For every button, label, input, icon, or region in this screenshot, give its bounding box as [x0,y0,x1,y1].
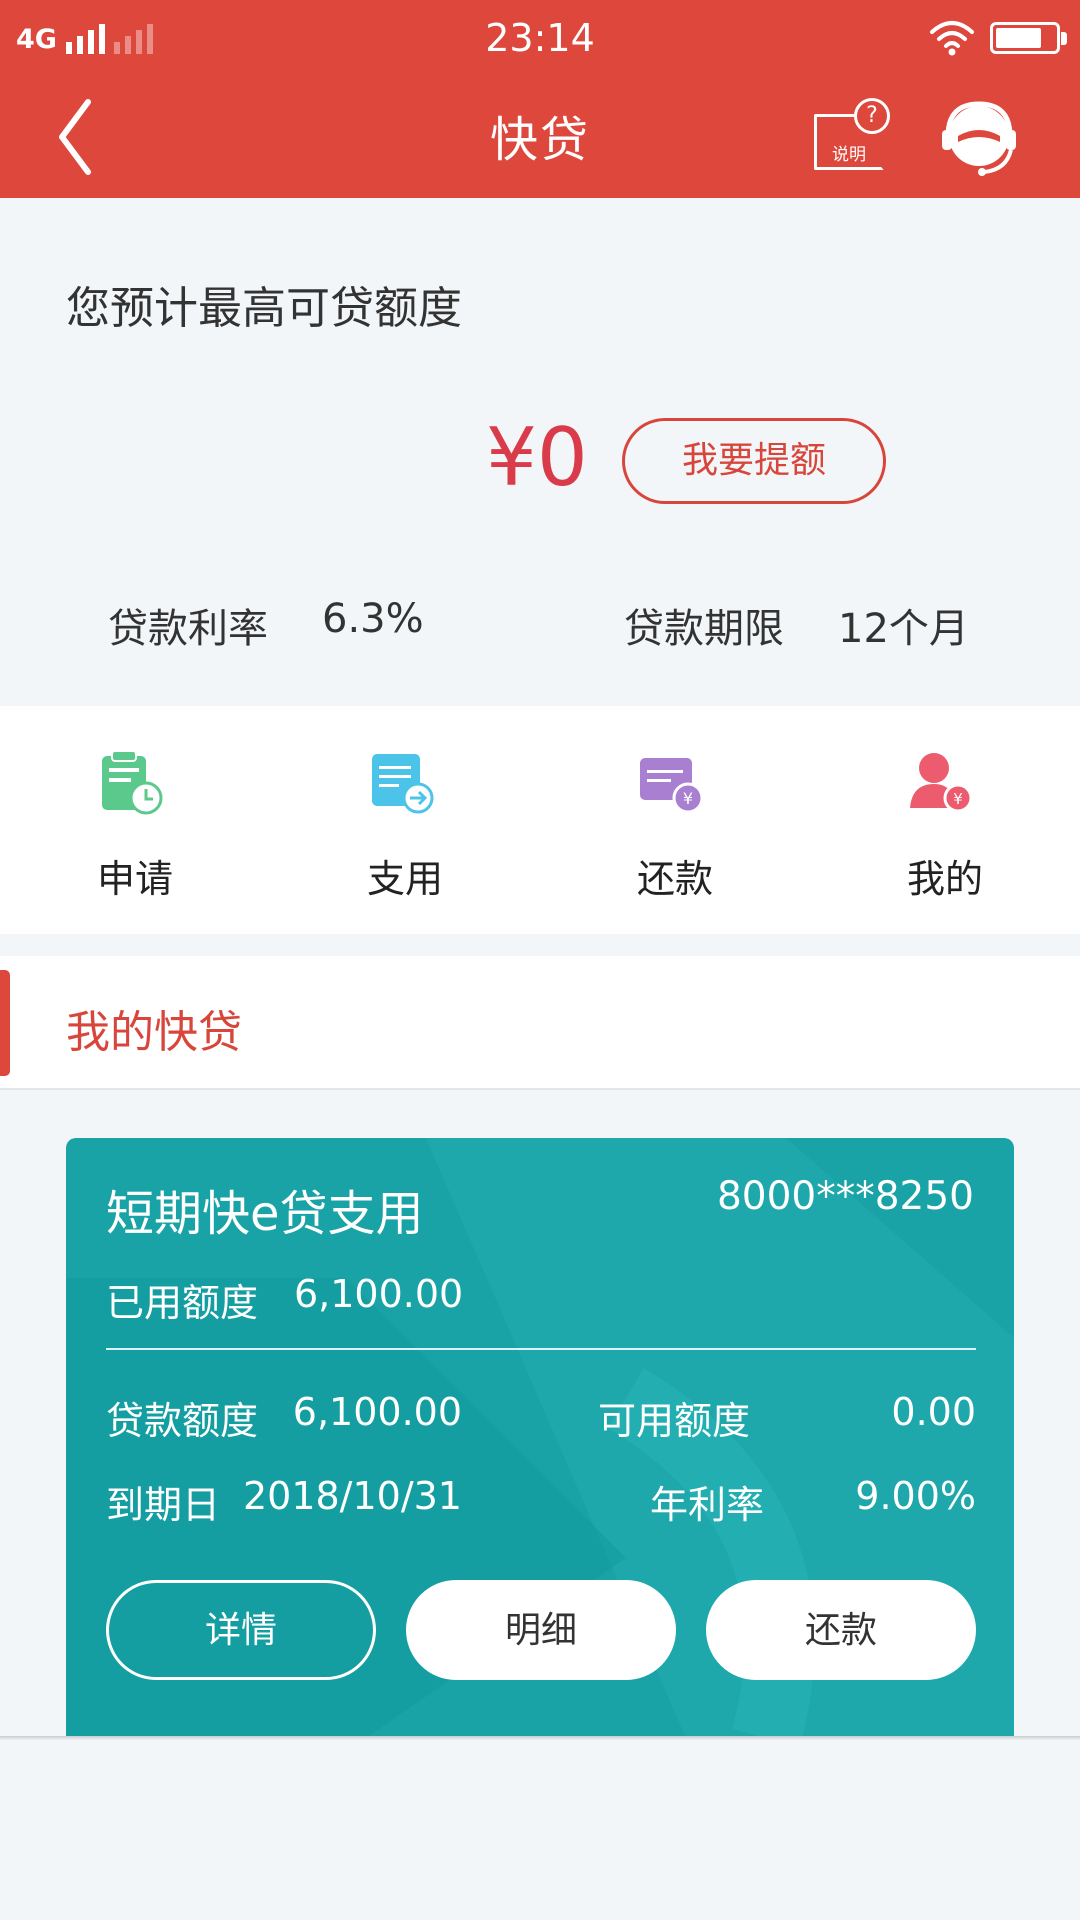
loan-limit-value: 6,100.00 [292,1390,462,1434]
used-amount-label: 已用额度 [106,1281,259,1325]
customer-service-button[interactable] [936,96,1022,180]
scroll-edge-shadow [0,1736,1080,1740]
battery-level [996,28,1041,48]
credit-limit-amount: ¥0 [486,411,588,504]
details-button[interactable]: 详情 [106,1580,376,1680]
loan-account-number: 8000***8250 [716,1174,974,1219]
my-loan-section-header: 我的快贷 [0,956,1080,1090]
svg-text:¥: ¥ [953,790,963,808]
menu-item-withdraw[interactable]: 支用 [270,706,540,934]
loan-rate-value: 6.3% [322,596,424,642]
withdraw-icon [372,754,434,814]
annual-rate-value: 9.00% [855,1474,976,1518]
menu-item-mine[interactable]: ¥ 我的 [810,706,1080,934]
help-label: 说明 [832,145,866,165]
available-amount-label: 可用额度 [598,1399,751,1443]
quick-menu: 申请 支用 ¥ 还款 ¥ 我的 [0,706,1080,934]
loan-limit-label: 贷款额度 [106,1399,259,1443]
page-title: 快贷 [489,112,590,168]
menu-item-apply[interactable]: 申请 [0,706,270,934]
due-date-label: 到期日 [106,1483,221,1527]
loan-card: 短期快e贷支用 8000***8250 已用额度 6,100.00 贷款额度 6… [66,1138,1014,1738]
section-title: 我的快贷 [66,1007,242,1058]
status-bar: 4G 23:14 [0,0,1080,78]
loan-term-label: 贷款期限 [624,606,784,652]
card-divider [106,1348,976,1350]
menu-label-mine: 我的 [906,857,983,901]
annual-rate-label: 年利率 [649,1483,764,1527]
repay-button[interactable]: 还款 [706,1580,976,1680]
menu-label-repay: 还款 [636,857,713,901]
wifi-icon [930,21,974,56]
credit-limit-heading: 您预计最高可贷额度 [66,283,462,334]
due-date-value: 2018/10/31 [242,1474,462,1518]
app-header: 4G 23:14 快贷 ? 说明 [0,0,1080,198]
svg-text:¥: ¥ [683,789,693,808]
clock: 23:14 [485,16,595,60]
repay-icon: ¥ [640,758,704,814]
loan-term-value: 12个月 [838,606,969,652]
apply-icon [102,750,163,815]
statement-button[interactable]: 明细 [406,1580,676,1680]
user-icon: ¥ [910,753,973,813]
used-amount-value: 6,100.00 [294,1272,464,1316]
section-accent-bar [0,970,10,1076]
battery-icon [990,22,1067,54]
raise-limit-button[interactable]: 我要提额 [622,418,886,504]
menu-label-withdraw: 支用 [366,857,443,901]
customer-service-icon [942,101,1016,176]
loan-rate-label: 贷款利率 [108,606,268,652]
loan-product-name: 短期快e贷支用 [106,1186,424,1242]
question-icon: ? [854,98,890,134]
available-amount-value: 0.00 [891,1390,976,1434]
menu-label-apply: 申请 [96,857,173,901]
help-button[interactable]: ? 说明 [814,98,890,174]
menu-item-repay[interactable]: ¥ 还款 [540,706,810,934]
